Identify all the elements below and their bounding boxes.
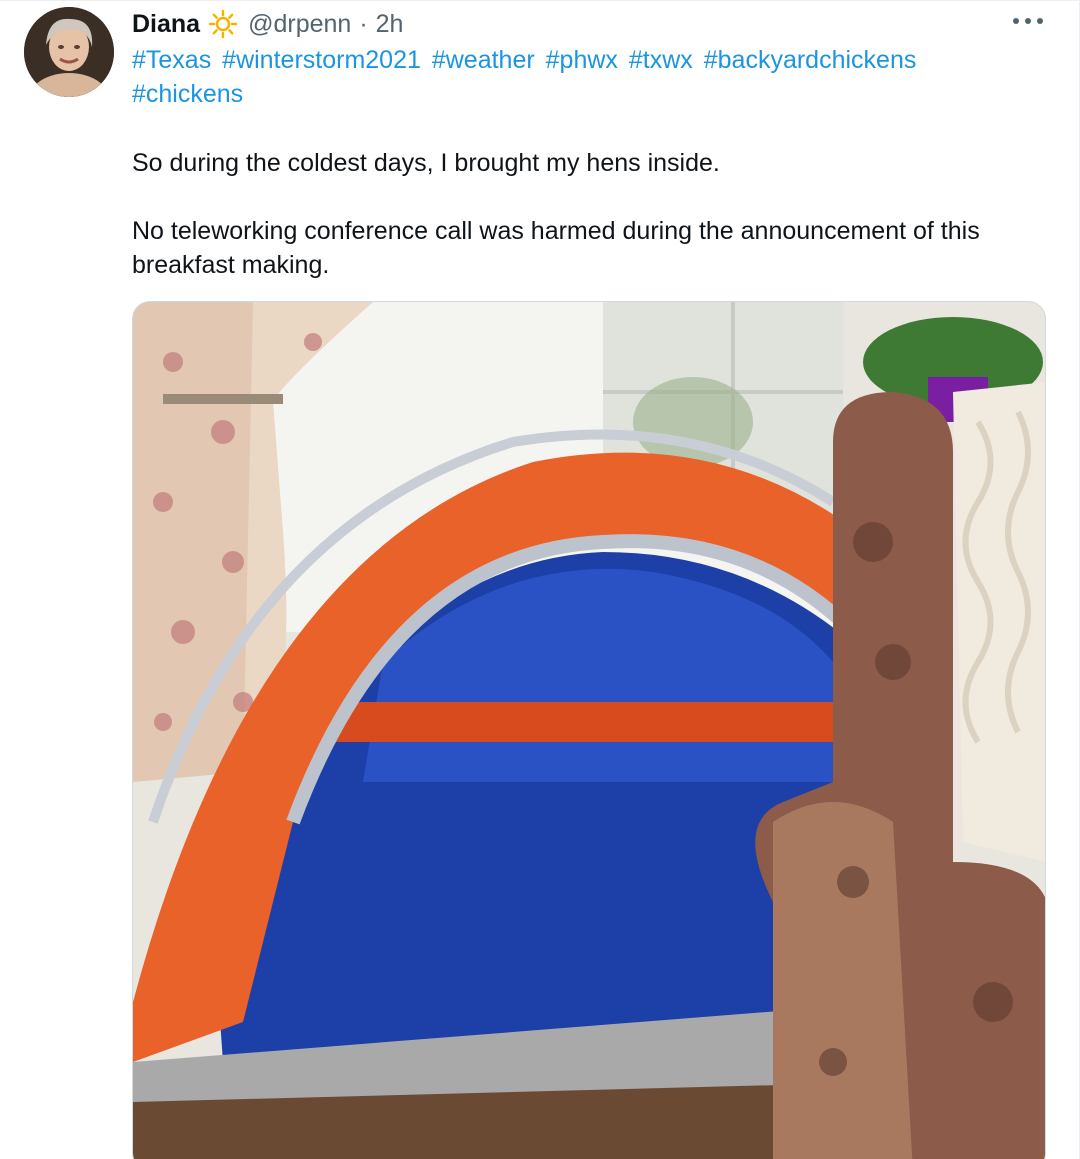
hashtag-link[interactable]: #backyardchickens [704, 46, 917, 74]
hashtags: #Texas #winterstorm2021 #weather #phwx #… [132, 43, 1032, 111]
hashtag-link[interactable]: #weather [432, 46, 535, 74]
more-icon[interactable] [1013, 11, 1043, 31]
author-handle[interactable]: @drpenn [248, 10, 351, 39]
author-name[interactable]: Diana [132, 10, 200, 39]
tweet-header: Diana @drpenn · 2h [132, 7, 403, 41]
hashtag-link[interactable]: #phwx [546, 46, 618, 74]
tweet-text-paragraph: So during the coldest days, I brought my… [132, 149, 720, 177]
sun-icon [208, 9, 238, 39]
hashtag-link[interactable]: #winterstorm2021 [222, 46, 421, 74]
separator-dot: · [359, 9, 368, 38]
tweet-card: Diana @drpenn · 2h #Texas #winterstorm20… [0, 0, 1080, 1159]
hashtag-link[interactable]: #Texas [132, 46, 211, 74]
tweet-video-thumbnail[interactable] [132, 301, 1046, 1159]
timestamp[interactable]: 2h [376, 10, 404, 39]
hashtag-link[interactable]: #txwx [629, 46, 693, 74]
tweet-text-paragraph: No teleworking conference call was harme… [132, 217, 980, 279]
hashtag-link[interactable]: #chickens [132, 80, 243, 108]
avatar[interactable] [24, 7, 114, 97]
